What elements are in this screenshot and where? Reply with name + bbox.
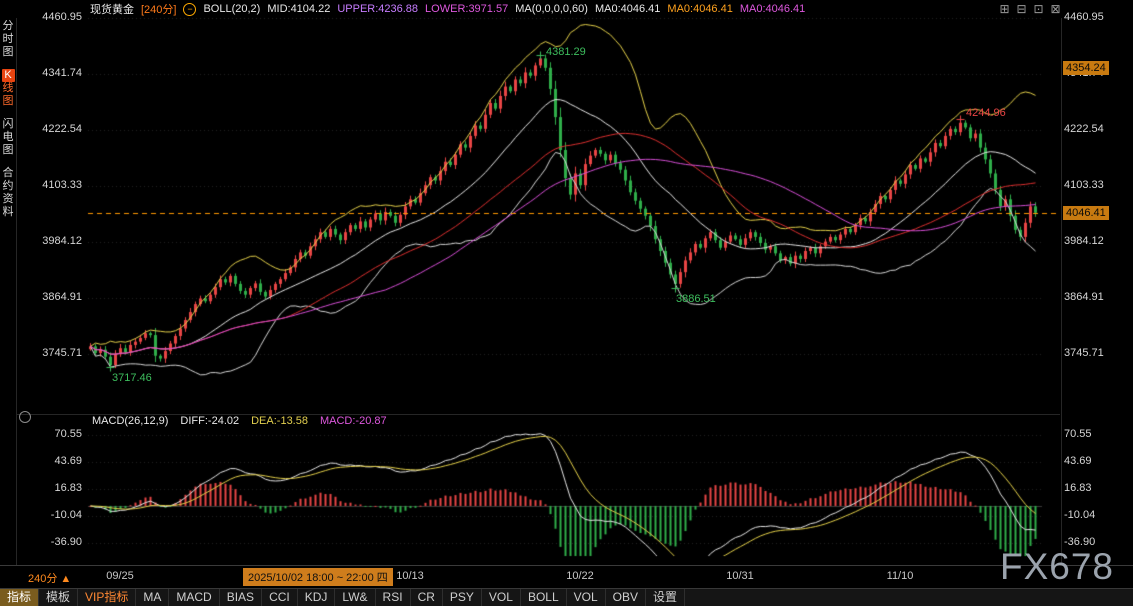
toolbar-tab[interactable]: BIAS <box>220 589 262 606</box>
toolbar-tab[interactable]: PSY <box>443 589 482 606</box>
toolbar-tab[interactable]: VOL <box>482 589 521 606</box>
current-price-badge: 4046.41 <box>1063 206 1109 220</box>
toolbar-tab[interactable]: MA <box>136 589 169 606</box>
watermark: FX678 <box>1000 546 1114 588</box>
macd-dea-value: DEA:-13.58 <box>251 415 308 427</box>
period-tag: [240分] <box>141 1 176 17</box>
ma0-value-1: MA0:4046.41 <box>595 3 660 15</box>
window-layout-icons: ⊞ ⊟ ⊡ ⊠ <box>998 3 1062 16</box>
macd-diff-value: DIFF:-24.02 <box>180 415 239 427</box>
toolbar-tab[interactable]: 模板 <box>39 589 78 606</box>
sidebar-item-char: 图 <box>3 144 14 157</box>
split-columns-icon[interactable]: ⊟ <box>1015 3 1028 16</box>
sidebar-item[interactable]: 分时图 <box>3 20 14 59</box>
ma0-value-3: MA0:4046.41 <box>740 3 805 15</box>
macd-header: MACD(26,12,9) DIFF:-24.02 DEA:-13.58 MAC… <box>92 415 387 427</box>
sidebar-item[interactable]: 闪电图 <box>3 118 14 157</box>
sidebar-item-char: 分 <box>3 20 14 33</box>
sidebar-item-char: 线 <box>3 82 14 95</box>
sidebar: 分时图K线图闪电图合约资料 <box>0 20 16 219</box>
sidebar-item-char: 合 <box>3 167 14 180</box>
sidebar-item-char: 约 <box>3 180 14 193</box>
sidebar-item-char: K <box>2 69 15 82</box>
sidebar-divider <box>16 18 17 565</box>
ma0-value-2: MA0:4046.41 <box>667 3 732 15</box>
zoom-out-icon[interactable]: − <box>183 3 196 16</box>
boll-params-label: BOLL(20,2) <box>203 3 260 15</box>
toolbar-tab[interactable]: CCI <box>262 589 298 606</box>
sidebar-item-char: 闪 <box>3 118 14 131</box>
sidebar-item-char: 时 <box>3 33 14 46</box>
toolbar-tab[interactable]: BOLL <box>521 589 567 606</box>
timeframe-label: 240分 <box>28 573 57 585</box>
trading-terminal: 现货黄金 [240分] − BOLL(20,2) MID:4104.22 UPP… <box>0 0 1133 606</box>
sidebar-item-char: 电 <box>3 131 14 144</box>
toolbar-tab[interactable]: 设置 <box>646 589 685 606</box>
toolbar-tab[interactable]: 指标 <box>0 589 39 606</box>
boll-mid-value: MID:4104.22 <box>267 3 330 15</box>
grid-layout-icon[interactable]: ⊞ <box>998 3 1011 16</box>
ma-params-label: MA(0,0,0,0,60) <box>515 3 588 15</box>
bottom-toolbar: 指标模板VIP指标MAMACDBIASCCIKDJLW&RSICRPSYVOLB… <box>0 588 1133 606</box>
timeframe-selector[interactable]: 240分 ▲ <box>28 570 71 586</box>
top-bar: 现货黄金 [240分] − BOLL(20,2) MID:4104.22 UPP… <box>0 0 1133 18</box>
macd-macd-value: MACD:-20.87 <box>320 415 387 427</box>
toolbar-tab[interactable]: MACD <box>169 589 219 606</box>
macd-params-label: MACD(26,12,9) <box>92 415 168 427</box>
boll-lower-value: LOWER:3971.57 <box>425 3 508 15</box>
toolbar-tab[interactable]: OBV <box>606 589 646 606</box>
sidebar-item-char: 图 <box>3 46 14 59</box>
xaxis-divider <box>0 565 1133 566</box>
boll-upper-value: UPPER:4236.88 <box>337 3 418 15</box>
sidebar-item-char: 料 <box>3 206 14 219</box>
selected-candle-date: 2025/10/02 18:00 ~ 22:00 四 <box>243 568 393 586</box>
toolbar-tab[interactable]: RSI <box>376 589 411 606</box>
up-arrow-icon: ▲ <box>60 573 71 585</box>
right-axis-divider <box>1061 18 1062 565</box>
toolbar-tab[interactable]: CR <box>411 589 443 606</box>
split-rows-icon[interactable]: ⊡ <box>1032 3 1045 16</box>
sidebar-item[interactable]: 合约资料 <box>3 167 14 219</box>
clock-icon[interactable] <box>19 411 31 423</box>
sidebar-item-char: 资 <box>3 193 14 206</box>
toolbar-tab[interactable]: LW& <box>335 589 375 606</box>
toolbar-tab[interactable]: KDJ <box>298 589 336 606</box>
toolbar-tab[interactable]: VOL <box>567 589 606 606</box>
symbol-name: 现货黄金 <box>90 1 134 17</box>
session-high-badge: 4354.24 <box>1063 61 1109 75</box>
sidebar-item-char: 图 <box>3 95 14 108</box>
toolbar-tab[interactable]: VIP指标 <box>78 589 136 606</box>
chart-canvas[interactable] <box>0 0 1133 606</box>
maximize-panel-icon[interactable]: ⊠ <box>1049 3 1062 16</box>
sidebar-item[interactable]: K线图 <box>2 69 15 108</box>
